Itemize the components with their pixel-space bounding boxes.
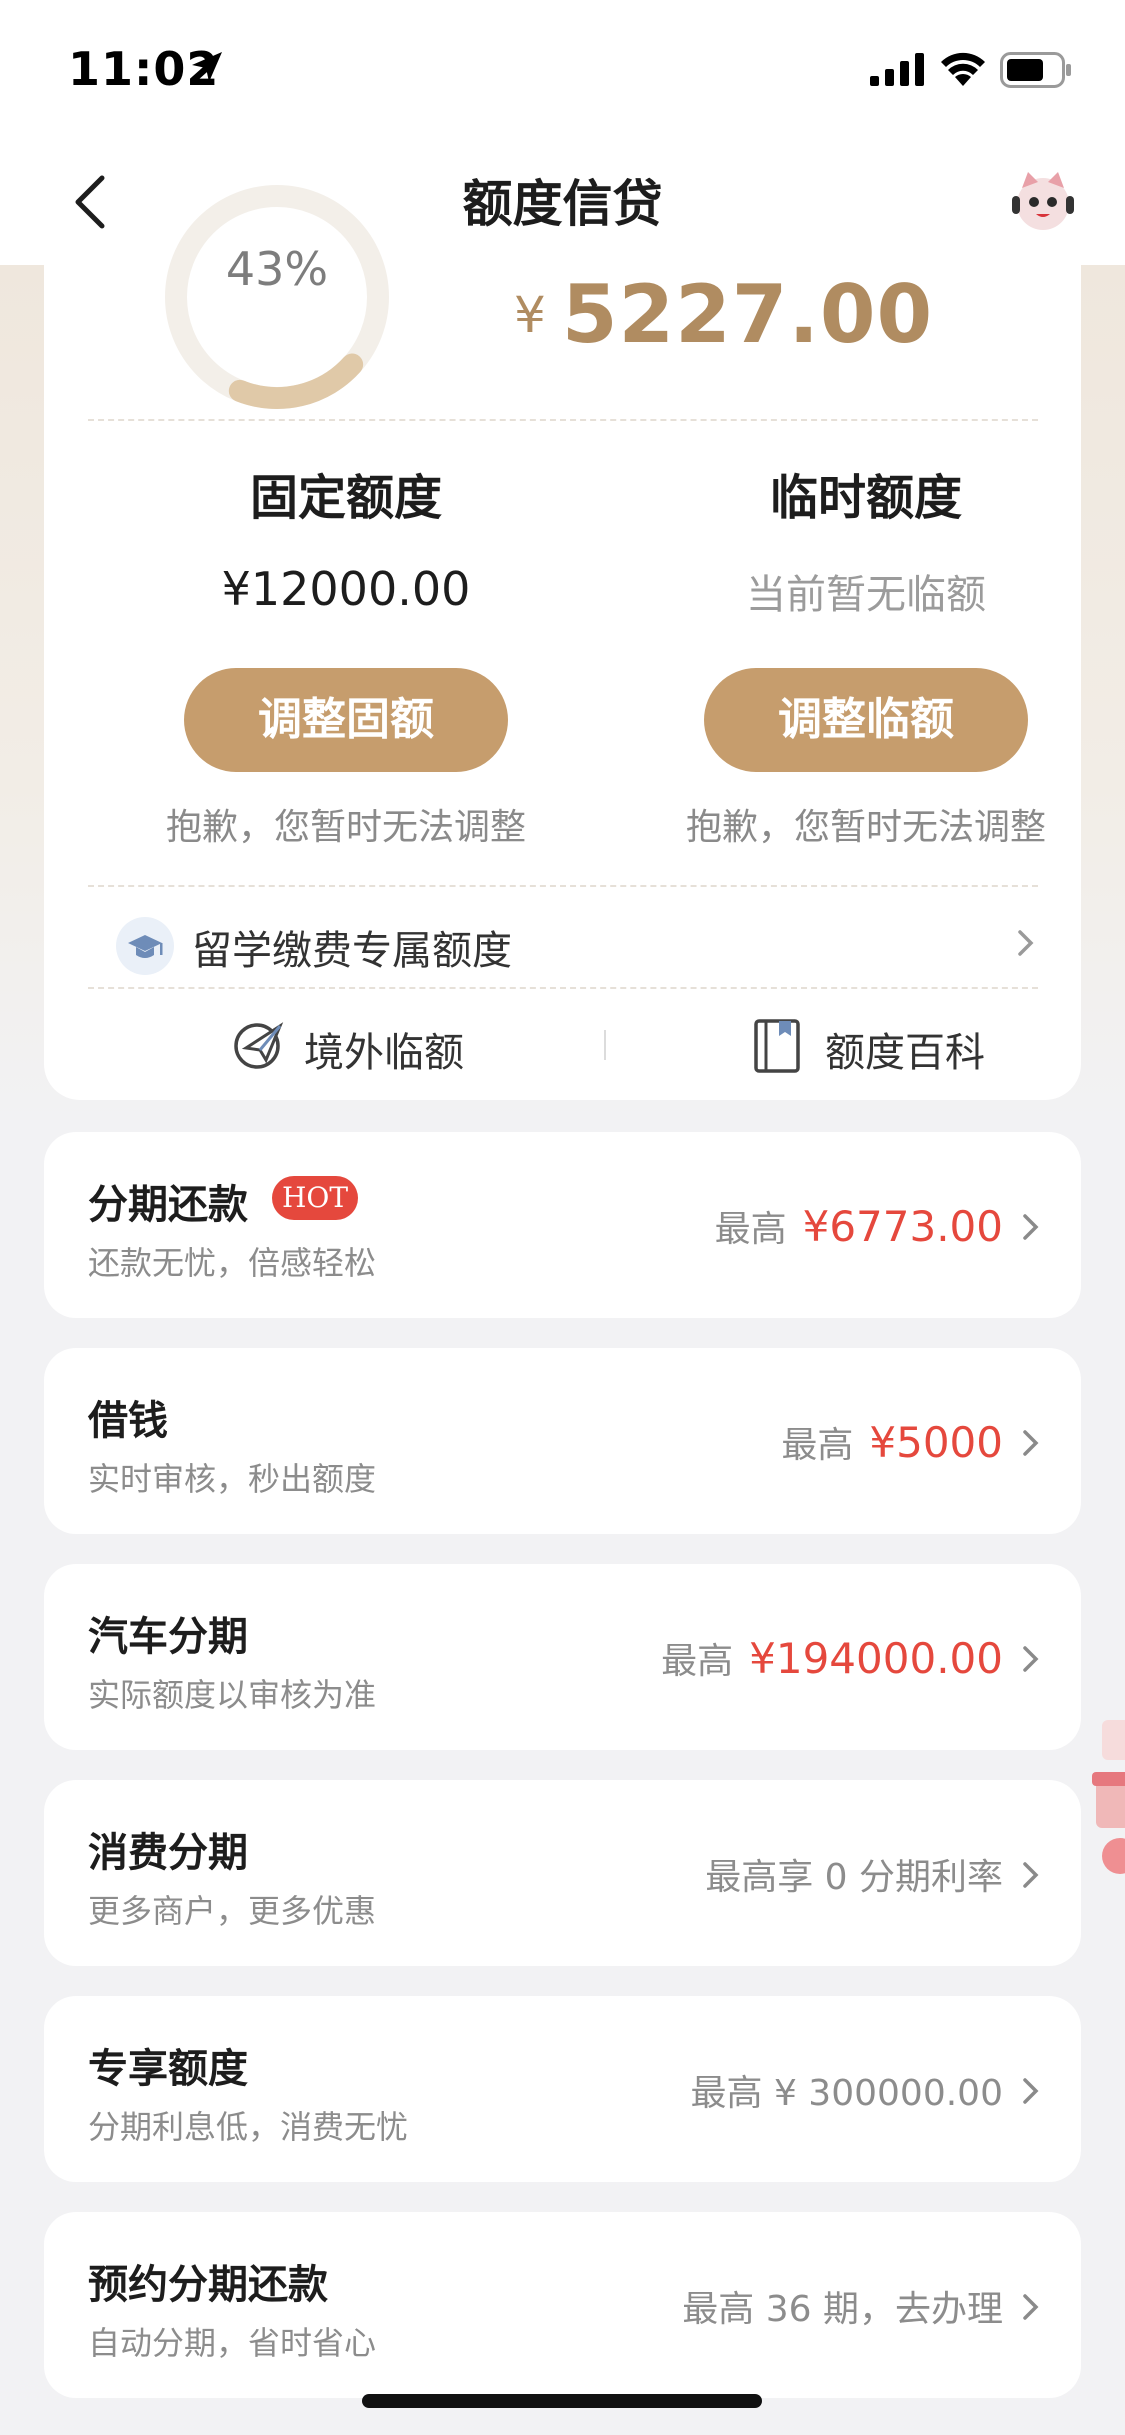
- plane-circle-icon: [234, 1022, 284, 1069]
- limit-prefix: 最高: [781, 1425, 854, 1466]
- temp-limit-note: 抱歉，您暂时无法调整: [685, 807, 1046, 848]
- list-item-installment-repayment[interactable]: 分期还款 HOT 还款无忧，倍感轻松 最高 ¥6773.00: [44, 1132, 1081, 1318]
- temp-limit-value: 当前暂无临额: [746, 572, 986, 618]
- list-item-exclusive-limit[interactable]: 专享额度 分期利息低，消费无忧 最高 ¥ 300000.00: [44, 1996, 1081, 2182]
- card-right-text: 最高享 0 分期利率: [705, 1857, 1003, 1898]
- temp-limit-title: 临时额度: [769, 470, 962, 526]
- cellular-signal-icon: [870, 53, 924, 86]
- card-subtitle: 实时审核，秒出额度: [88, 1460, 377, 1498]
- card-limit: 最高 ¥6773.00: [715, 1200, 1003, 1252]
- card-title: 预约分期还款: [88, 2262, 328, 2308]
- chevron-right-icon: [1018, 930, 1034, 956]
- divider: [88, 885, 1038, 887]
- fixed-limit-value: ¥12000.00: [221, 562, 471, 616]
- limit-value: ¥6773.00: [802, 1202, 1003, 1251]
- separator: [604, 1030, 606, 1060]
- card-subtitle: 更多商户，更多优惠: [88, 1892, 377, 1930]
- card-title: 借钱: [88, 1398, 168, 1444]
- limit-prefix: 最高: [714, 1209, 787, 1250]
- battery-icon: [1000, 52, 1071, 88]
- book-icon: [754, 1019, 800, 1073]
- card-right-text: 最高 36 期，去办理: [682, 2289, 1003, 2330]
- card-limit: 最高 ¥5000: [781, 1416, 1003, 1468]
- list-item-scheduled-installment[interactable]: 预约分期还款 自动分期，省时省心 最高 36 期，去办理: [44, 2212, 1081, 2398]
- list-item-borrow[interactable]: 借钱 实时审核，秒出额度 最高 ¥5000: [44, 1348, 1081, 1534]
- chevron-right-icon: [1023, 2078, 1039, 2104]
- home-indicator[interactable]: [362, 2394, 762, 2408]
- card-title: 消费分期: [88, 1830, 248, 1876]
- chevron-right-icon: [1023, 2294, 1039, 2320]
- study-abroad-limit-label: 留学缴费专属额度: [192, 928, 512, 974]
- page: 11:02 额度信贷 43% ¥ 5227.00 固定额度 ¥12000.00 …: [0, 0, 1125, 2435]
- adjust-fixed-limit-button[interactable]: 调整固额: [184, 668, 508, 772]
- temp-limit-section: 临时额度 当前暂无临额 调整临额 抱歉，您暂时无法调整: [626, 458, 1106, 850]
- adjust-temp-limit-button[interactable]: 调整临额: [704, 668, 1028, 772]
- divider: [88, 987, 1038, 989]
- card-title: 分期还款: [88, 1182, 248, 1228]
- list-item-consumer-installment[interactable]: 消费分期 更多商户，更多优惠 最高享 0 分期利率: [44, 1780, 1081, 1966]
- chevron-right-icon: [1023, 1214, 1039, 1240]
- card-subtitle: 实际额度以审核为准: [88, 1676, 377, 1714]
- credit-summary-card: 43% ¥5227.00 固定额度 ¥12000.00 调整固额 抱歉，您暂时无…: [44, 185, 1081, 1100]
- chevron-right-icon: [1023, 1430, 1039, 1456]
- limit-value: ¥5000: [869, 1418, 1003, 1467]
- location-arrow-icon: [192, 52, 222, 82]
- study-abroad-limit-row[interactable]: 留学缴费专属额度: [116, 912, 1036, 980]
- assistant-mascot-icon[interactable]: [1008, 166, 1078, 236]
- usage-percent: 43%: [225, 242, 329, 296]
- limit-value: ¥194000.00: [749, 1634, 1003, 1683]
- chevron-right-icon: [1023, 1862, 1039, 1888]
- available-amount: ¥5227.00: [514, 268, 933, 361]
- fixed-limit-note: 抱歉，您暂时无法调整: [165, 807, 526, 848]
- card-title: 汽车分期: [88, 1614, 248, 1660]
- card-right-text: 最高 ¥ 300000.00: [690, 2073, 1003, 2114]
- currency-symbol: ¥: [514, 285, 546, 344]
- divider: [88, 419, 1038, 421]
- limit-wiki-label: 额度百科: [825, 1030, 985, 1076]
- graduation-cap-icon: [116, 917, 174, 975]
- card-limit: 最高 ¥194000.00: [661, 1632, 1003, 1684]
- card-subtitle: 自动分期，省时省心: [88, 2324, 377, 2362]
- status-bar: 11:02: [0, 0, 1125, 140]
- available-amount-value: 5227.00: [561, 268, 934, 361]
- quick-links: 境外临额 额度百科: [88, 1012, 1038, 1082]
- hot-badge: HOT: [272, 1176, 358, 1220]
- usage-ring-chart: [165, 185, 389, 409]
- card-subtitle: 还款无忧，倍感轻松: [88, 1244, 377, 1282]
- card-title: 专享额度: [88, 2046, 248, 2092]
- limit-prefix: 最高: [661, 1641, 734, 1682]
- list-item-car-installment[interactable]: 汽车分期 实际额度以审核为准 最高 ¥194000.00: [44, 1564, 1081, 1750]
- card-subtitle: 分期利息低，消费无忧: [88, 2108, 409, 2146]
- overseas-temp-limit-label: 境外临额: [304, 1030, 464, 1076]
- wifi-icon: [941, 52, 985, 86]
- fixed-limit-section: 固定额度 ¥12000.00 调整固额 抱歉，您暂时无法调整: [106, 458, 586, 850]
- fixed-limit-title: 固定额度: [249, 470, 442, 526]
- chevron-right-icon: [1023, 1646, 1039, 1672]
- floating-gift-icon[interactable]: [1090, 1680, 1125, 1900]
